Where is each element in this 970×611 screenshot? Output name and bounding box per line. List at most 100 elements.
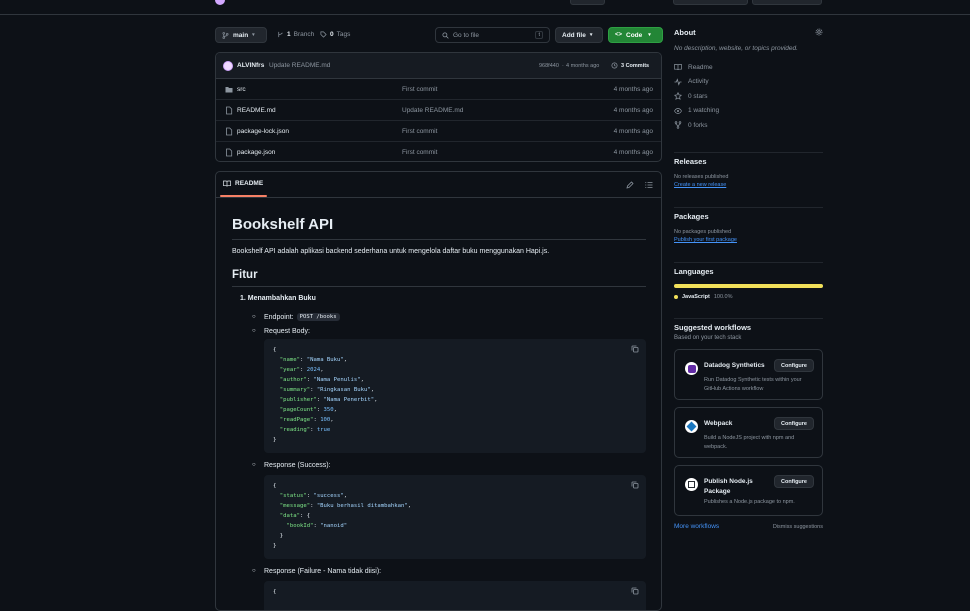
workflow-name: Webpack xyxy=(704,420,733,427)
readme-tab[interactable]: README xyxy=(223,180,263,187)
repo-sidebar: About No description, website, or topics… xyxy=(674,28,823,530)
section-heading-fitur: Fitur xyxy=(232,269,646,287)
code-line: { xyxy=(273,347,277,353)
author-avatar[interactable] xyxy=(223,61,233,71)
commit-author[interactable]: ALVINfrs xyxy=(237,62,264,69)
activity-link[interactable]: Activity xyxy=(674,75,823,90)
workflow-name: Datadog Synthetics xyxy=(704,362,765,369)
add-file-button[interactable]: Add file ▾ xyxy=(555,27,603,43)
configure-button[interactable]: Configure xyxy=(774,475,814,488)
watch-button[interactable] xyxy=(570,0,605,5)
file-name[interactable]: src xyxy=(237,86,246,93)
file-commit-message[interactable]: Update README.md xyxy=(402,107,463,114)
file-icon xyxy=(226,148,233,157)
file-row[interactable]: package.json First commit 4 months ago xyxy=(216,142,661,161)
watching-link[interactable]: 1 watching xyxy=(674,104,823,119)
tag-count: 0 xyxy=(330,31,334,38)
code-line: "pageCount": 350, xyxy=(279,407,338,413)
copy-icon[interactable] xyxy=(631,345,639,353)
copy-icon[interactable] xyxy=(631,587,639,595)
code-line: "author": "Nama Penulis", xyxy=(279,377,364,383)
commits-link[interactable]: 3 Commits xyxy=(611,62,649,69)
feature-item: 1. Menambahkan Buku xyxy=(240,295,316,302)
workflow-card: Datadog Synthetics Run Datadog Synthetic… xyxy=(674,349,823,400)
branch-selector[interactable]: main ▾ xyxy=(215,27,267,43)
publish-package-link[interactable]: Publish your first package xyxy=(674,237,823,243)
branch-count: 1 xyxy=(287,31,291,38)
endpoint-line: ○ Endpoint: POST /books xyxy=(252,313,646,321)
branch-toolbar: main ▾ 1 Branch 0 Tags Go to file t Add … xyxy=(215,27,663,43)
code-line: { xyxy=(273,589,277,595)
commit-hash[interactable]: 968f440 xyxy=(539,63,559,69)
code-line: "data": { xyxy=(279,513,311,519)
file-row[interactable]: README.md Update README.md 4 months ago xyxy=(216,100,661,121)
readme-content: Bookshelf API Bookshelf API adalah aplik… xyxy=(232,216,646,610)
packages-title[interactable]: Packages xyxy=(674,212,823,221)
configure-button[interactable]: Configure xyxy=(774,359,814,372)
code-line: } xyxy=(273,533,284,539)
more-workflows-link[interactable]: More workflows xyxy=(674,523,719,530)
file-row[interactable]: src First commit 4 months ago xyxy=(216,79,661,100)
branch-icon xyxy=(278,31,283,38)
tags-link[interactable]: 0 Tags xyxy=(320,31,350,38)
code-button[interactable]: <> Code ▾ xyxy=(608,27,663,43)
file-commit-message[interactable]: First commit xyxy=(402,86,437,93)
branches-link[interactable]: 1 Branch xyxy=(277,31,314,38)
star-button[interactable] xyxy=(752,0,822,5)
about-section: About No description, website, or topics… xyxy=(674,28,823,153)
branch-name: main xyxy=(233,31,249,39)
history-icon xyxy=(611,62,618,69)
releases-title[interactable]: Releases xyxy=(674,157,823,166)
packages-empty: No packages published xyxy=(674,229,732,235)
repo-header xyxy=(0,0,970,15)
stars-label: 0 stars xyxy=(688,92,708,100)
pencil-icon[interactable] xyxy=(626,181,634,189)
owner-avatar[interactable] xyxy=(215,0,225,5)
code-line: } xyxy=(273,437,277,443)
forks-link[interactable]: 0 forks xyxy=(674,118,823,133)
activity-label: Activity xyxy=(688,78,709,86)
file-commit-message[interactable]: First commit xyxy=(402,128,437,135)
file-time: 4 months ago xyxy=(613,86,653,93)
code-line: "message": "Buku berhasil ditambahkan", xyxy=(279,503,412,509)
about-description: No description, website, or topics provi… xyxy=(674,45,798,52)
datadog-logo-icon xyxy=(685,362,698,375)
commit-message[interactable]: Update README.md xyxy=(269,62,330,69)
create-release-link[interactable]: Create a new release xyxy=(674,182,823,188)
response-success-code-block: { "status": "success", "message": "Buku … xyxy=(264,475,646,559)
configure-button[interactable]: Configure xyxy=(774,417,814,430)
gear-icon[interactable] xyxy=(815,28,823,36)
response-failure-code-lines: { xyxy=(273,587,637,597)
fork-button[interactable] xyxy=(673,0,748,5)
workflows-footer: More workflows Dismiss suggestions xyxy=(674,523,823,530)
go-to-file-search[interactable]: Go to file t xyxy=(435,27,550,43)
language-color-dot xyxy=(674,295,678,299)
language-bar-fill-javascript xyxy=(674,284,823,288)
readme-link[interactable]: Readme xyxy=(674,60,823,75)
about-title: About xyxy=(674,28,696,37)
commit-separator: · xyxy=(562,63,564,69)
dismiss-suggestions-link[interactable]: Dismiss suggestions xyxy=(773,524,823,530)
outline-list-icon[interactable] xyxy=(645,181,653,189)
branch-icon xyxy=(222,31,229,39)
language-item[interactable]: JavaScript 100.0% xyxy=(674,294,823,300)
file-commit-message[interactable]: First commit xyxy=(402,149,437,156)
suggested-workflows-section: Suggested workflows Based on your tech s… xyxy=(674,319,823,530)
chevron-down-icon: ▾ xyxy=(589,32,593,38)
code-line: "year": 2024, xyxy=(279,367,324,373)
workflow-description: Build a NodeJS project with npm and webp… xyxy=(704,435,795,450)
languages-title: Languages xyxy=(674,267,714,276)
language-percent: 100.0% xyxy=(713,294,733,300)
stars-link[interactable]: 0 stars xyxy=(674,89,823,104)
readme-tab-label: README xyxy=(235,180,264,187)
search-icon xyxy=(442,31,449,39)
file-name[interactable]: README.md xyxy=(237,107,276,114)
workflow-description: Publishes a Node.js package to npm. xyxy=(704,499,795,505)
copy-icon[interactable] xyxy=(631,481,639,489)
file-name[interactable]: package.json xyxy=(237,149,275,156)
file-name[interactable]: package-lock.json xyxy=(237,128,289,135)
file-row[interactable]: package-lock.json First commit 4 months … xyxy=(216,121,661,142)
book-icon xyxy=(223,180,231,187)
file-time: 4 months ago xyxy=(613,149,653,156)
code-line: "bookId": "nanoid" xyxy=(286,523,348,529)
